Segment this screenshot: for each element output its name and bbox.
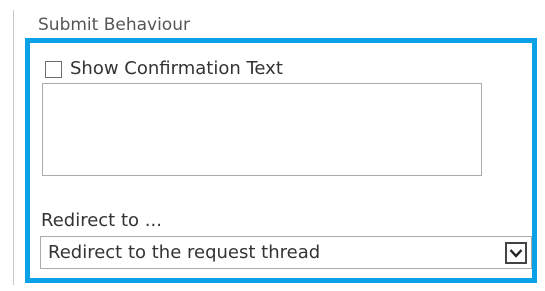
show-confirmation-row[interactable]: Show Confirmation Text bbox=[45, 57, 283, 81]
redirect-label: Redirect to ... bbox=[41, 210, 162, 231]
chevron-down-icon bbox=[509, 249, 523, 258]
redirect-select[interactable]: Redirect to the request thread bbox=[40, 236, 532, 269]
section-left-rule bbox=[13, 10, 14, 285]
show-confirmation-label[interactable]: Show Confirmation Text bbox=[70, 58, 283, 80]
redirect-selected-value[interactable]: Redirect to the request thread bbox=[48, 242, 320, 264]
show-confirmation-checkbox[interactable] bbox=[45, 60, 62, 78]
dropdown-button[interactable] bbox=[505, 242, 527, 264]
confirmation-text-field[interactable] bbox=[42, 83, 482, 176]
section-title: Submit Behaviour bbox=[38, 15, 190, 35]
